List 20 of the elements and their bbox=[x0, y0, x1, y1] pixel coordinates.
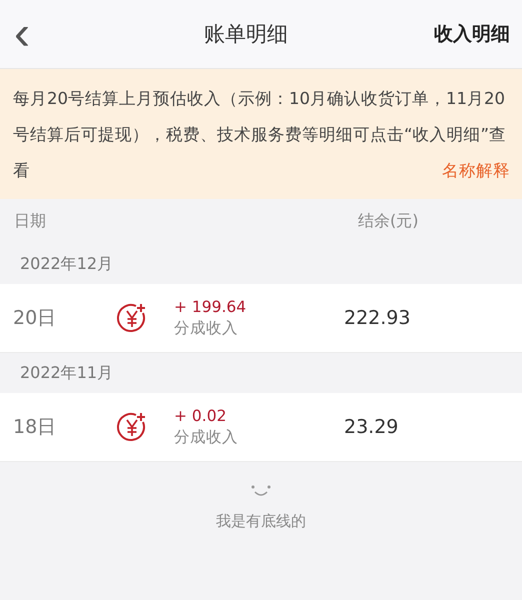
column-header: 日期 bbox=[14, 211, 47, 232]
month-label: 2022年11月 bbox=[19, 362, 114, 384]
amount-text: + 0.02 bbox=[174, 406, 228, 424]
amount-text: + 199.64 bbox=[174, 298, 248, 316]
notice-text: 每月20号结算上月预估收入（示例：10月确认收货订单，11月20号结算后可提现），税费、技术服务费等明细可点击“收入明细”查看 名称解释 bbox=[13, 81, 510, 189]
end-of-list-text: 我是有底线的 bbox=[216, 512, 306, 531]
back-button[interactable]: ‹ bbox=[4, 10, 44, 58]
day-label: 20日 bbox=[12, 306, 58, 331]
transaction-type: 分成收入 bbox=[174, 426, 239, 448]
transaction-row[interactable]: 18日 + 0.02 分成收入 23.29 bbox=[0, 393, 522, 462]
transaction-row[interactable]: 20日 + 199.64 分成收入 222.93 bbox=[0, 284, 522, 353]
transaction-type: 分成收入 bbox=[174, 318, 239, 338]
day-label: 18日 bbox=[12, 415, 58, 440]
page-title: 账单明细 bbox=[203, 21, 289, 48]
column-header: 结余(元) bbox=[358, 211, 420, 232]
balance-text: 23.29 bbox=[344, 416, 400, 438]
month-label: 2022年12月 bbox=[19, 252, 114, 274]
smile-icon bbox=[250, 484, 272, 498]
income-details-button[interactable]: 收入明细 bbox=[434, 21, 510, 47]
balance-text: 222.93 bbox=[344, 307, 412, 329]
